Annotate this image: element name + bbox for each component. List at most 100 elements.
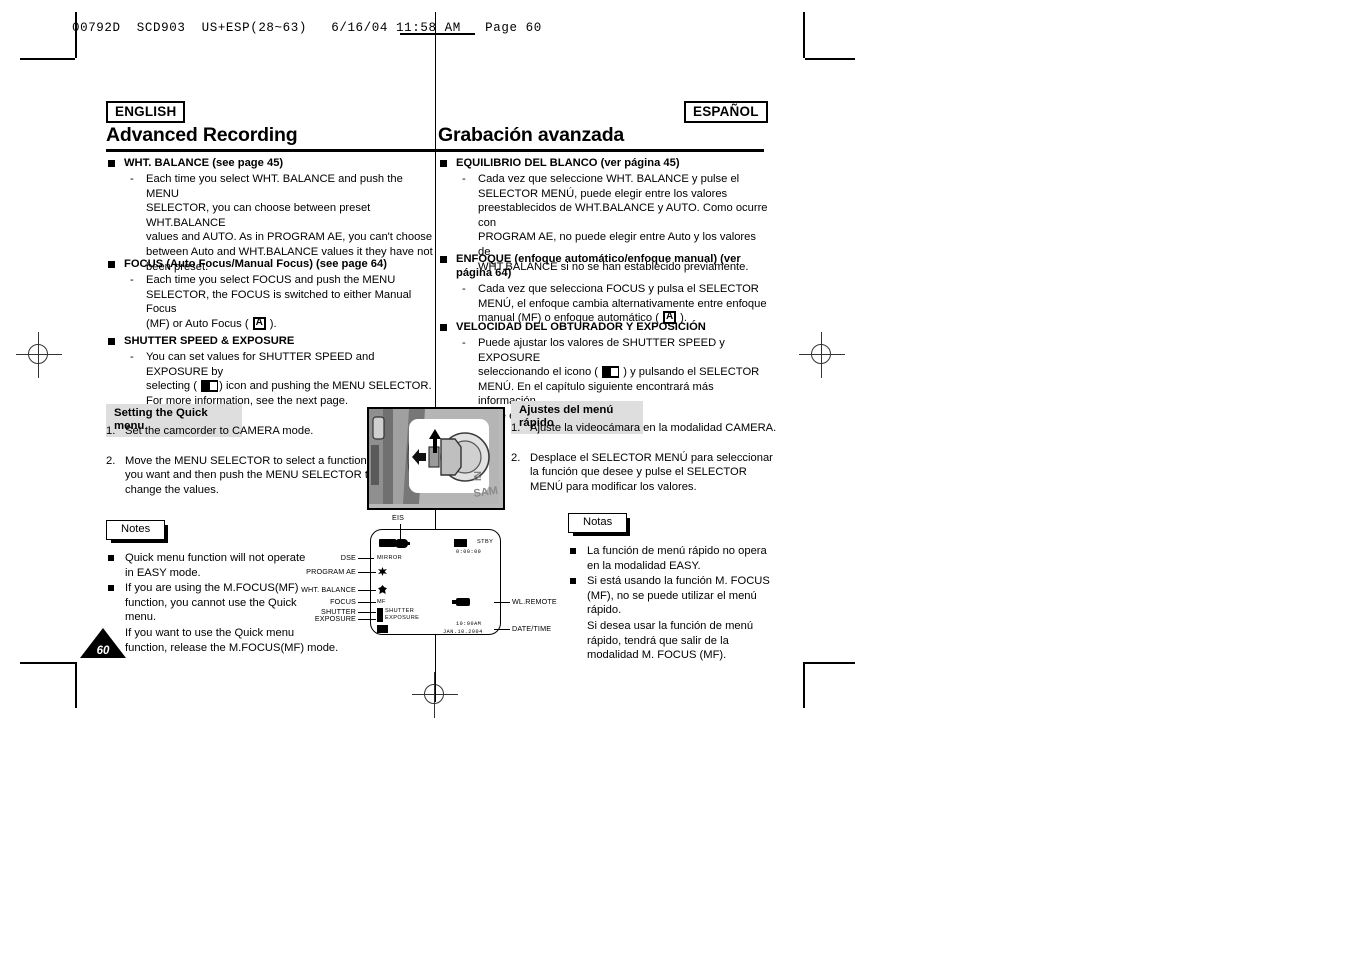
page-title-english: Advanced Recording: [106, 124, 298, 146]
callout-leader-wl-remote: [494, 602, 510, 603]
shutter-exposure-icon: [201, 380, 219, 393]
note-line: La función de menú rápido no opera: [587, 545, 767, 557]
crop-mark-top-left-v: [75, 12, 77, 58]
callout-label-eis: EIS: [392, 513, 405, 522]
quickmenu-icon: [377, 625, 388, 633]
notes-list: La función de menú rápido no opera en la…: [568, 544, 818, 663]
body-line: SELECTOR, you can choose between preset …: [146, 202, 371, 229]
callout-label-date-time: DATE/TIME: [512, 624, 552, 633]
dash-marker: -: [130, 351, 134, 363]
body-line: Cada vez que seleccione WHT. BALANCE y p…: [478, 173, 740, 185]
note-line: menu.: [125, 611, 157, 624]
body-line: SELECTOR MENÚ, puede elegir entre los va…: [478, 187, 728, 200]
notes-box-spanish: Notas La función de menú rápido no opera…: [568, 512, 818, 663]
topic-heading: VELOCIDAD DEL OBTURADOR Y EXPOSICIÓN: [438, 320, 768, 334]
page-number-badge: 60: [80, 628, 126, 658]
eis-icon-arrow-right: [407, 542, 410, 545]
eis-icon-arrow-left: [393, 542, 396, 545]
note-line: Si está usando la función M. FOCUS: [587, 575, 770, 588]
callout-leader-eis: [400, 524, 401, 540]
dash-marker: -: [462, 337, 466, 349]
osd-mf: MF: [377, 599, 386, 605]
callout-leader-wht-balance: [358, 590, 376, 591]
topic-enfoque-es: ENFOQUE (enfoque automático/enfoque manu…: [438, 252, 774, 326]
dash-marker: -: [462, 173, 466, 185]
notes-tab-label: Notes: [106, 520, 169, 543]
note-line: in EASY mode.: [125, 566, 201, 579]
lcd-osd-diagram: EIS STBY 0:00:00 DSE MIRROR PROGRAM AE W…: [296, 508, 564, 644]
crop-mark-bottom-left-h: [20, 662, 75, 664]
step-item: 2. Desplace el SELECTOR MENÚ para selecc…: [511, 451, 781, 495]
topic-heading: ENFOQUE (enfoque automático/enfoque manu…: [438, 252, 774, 280]
note-line: Si desea usar la función de menú: [587, 619, 754, 632]
note-line: function, you cannot use the Quick: [125, 596, 297, 609]
step-number: 1.: [106, 425, 116, 437]
note-line: en la modalidad EASY.: [587, 559, 701, 572]
body-line: Each time you select FOCUS and push the …: [146, 274, 396, 286]
topic-heading: SHUTTER SPEED & EXPOSURE: [106, 334, 438, 348]
topic-heading: WHT. BALANCE (see page 45): [106, 156, 438, 170]
step-number: 1.: [511, 422, 521, 434]
shutter-icon: [377, 608, 383, 615]
camcorder-photo: SAM IN: [367, 407, 505, 510]
crop-mark-bottom-right-v: [803, 662, 805, 708]
step-number: 2.: [511, 451, 521, 464]
body-line-before-icon: (MF) or Auto Focus (: [146, 317, 252, 330]
topic-heading: EQUILIBRIO DEL BLANCO (ver página 45): [438, 156, 768, 170]
step-line: Desplace el SELECTOR MENÚ para seleccion…: [530, 451, 773, 464]
topic-body: - Each time you select FOCUS and push th…: [106, 273, 438, 331]
note-item: Si está usando la función M. FOCUS (MF),…: [568, 574, 818, 618]
body-line-after-icon: ) icon and pushing the MENU SELECTOR.: [219, 380, 432, 393]
body-line-before-icon: seleccionando el icono (: [478, 366, 602, 379]
osd-mirror: MIRROR: [377, 555, 403, 561]
callout-label-program-ae: PROGRAM AE: [306, 567, 356, 576]
callout-label-wht-balance: WHT. BALANCE: [301, 585, 356, 594]
wl-remote-icon-dot: [452, 600, 456, 604]
wl-remote-icon: [456, 598, 470, 606]
callout-leader-dse: [358, 558, 374, 559]
callout-leader-focus: [358, 602, 376, 603]
body-line-after-icon: ) y pulsando el SELECTOR: [620, 366, 760, 379]
topic-body: - You can set values for SHUTTER SPEED a…: [106, 350, 438, 408]
svg-text:IN: IN: [473, 471, 484, 481]
dash-marker: -: [462, 283, 466, 295]
osd-time: 10:00AM: [456, 621, 482, 627]
crop-mark-top-left-h: [20, 58, 75, 60]
note-line: If you want to use the Quick menu: [125, 626, 295, 639]
note-line: Quick menu function will not operate: [125, 552, 306, 564]
body-line: SELECTOR, the FOCUS is switched to eithe…: [146, 288, 412, 316]
auto-focus-icon: [252, 316, 266, 330]
document-page: 00792D SCD903 US+ESP(28~63) 6/16/04 11:5…: [0, 0, 1351, 954]
topic-shutter-exposure-en: SHUTTER SPEED & EXPOSURE - You can set v…: [106, 334, 438, 408]
note-line: If you are using the M.FOCUS(MF): [125, 582, 299, 595]
crop-mark-top-right-h: [805, 58, 855, 60]
osd-date: JAN.10.2004: [443, 629, 483, 635]
page-number-text: 60: [96, 645, 110, 657]
osd-stby: STBY: [477, 539, 494, 545]
body-line: values and AUTO. As in PROGRAM AE, you c…: [146, 231, 433, 244]
tape-icon: [454, 539, 467, 547]
quickmenu-steps-es: 1. Ajuste la videocámara en la modalidad…: [511, 421, 781, 494]
osd-timecode: 0:00:00: [456, 549, 482, 555]
note-line: modalidad M. FOCUS (MF).: [587, 649, 727, 662]
osd-exposure: EXPOSURE: [385, 615, 420, 621]
note-continuation: Si desea usar la función de menú rápido,…: [568, 619, 818, 663]
page-title-spanish: Grabación avanzada: [438, 124, 625, 146]
topic-heading: FOCUS (Auto Focus/Manual Focus) (see pag…: [106, 257, 438, 271]
step-line: Set the camcorder to CAMERA mode.: [125, 425, 314, 437]
step-line: change the values.: [125, 483, 219, 496]
dash-marker: -: [130, 274, 134, 286]
step-line: you want and then push the MENU SELECTOR…: [125, 469, 375, 482]
note-line: rápido, tendrá que salir de la: [587, 634, 729, 647]
registration-mark-right: [799, 332, 845, 378]
step-line: MENÚ para modificar los valores.: [530, 480, 697, 493]
body-line: You can set values for SHUTTER SPEED and…: [146, 351, 375, 378]
body-line: Puede ajustar los valores de SHUTTER SPE…: [478, 337, 725, 364]
printer-slug-text: 00792D SCD903 US+ESP(28~63) 6/16/04 11:5…: [72, 21, 542, 35]
step-number: 2.: [106, 454, 116, 467]
shutter-exposure-icon: [602, 366, 620, 379]
notes-tab-label: Notas: [568, 513, 631, 536]
step-line: Ajuste la videocámara en la modalidad CA…: [530, 422, 777, 434]
body-line: Each time you select WHT. BALANCE and pu…: [146, 173, 403, 200]
title-rule-english: [106, 149, 438, 152]
